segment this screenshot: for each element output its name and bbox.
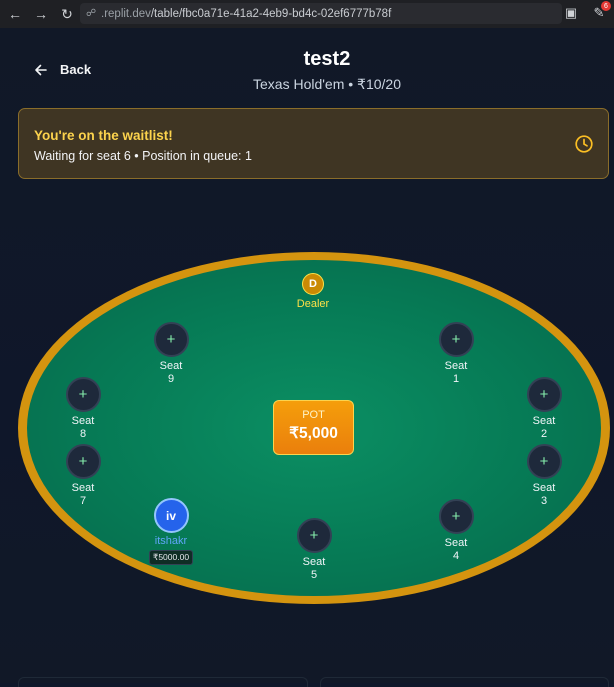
reload-icon[interactable]: ↻ [56, 3, 78, 25]
seat-7[interactable]: + Seat 7 [53, 444, 113, 508]
bottom-panels [18, 677, 609, 687]
plus-icon[interactable]: + [153, 322, 189, 357]
devices-icon[interactable]: ▣ [562, 4, 580, 22]
extension-icon[interactable]: ✎ 6 [590, 1, 611, 22]
seat-number: 3 [540, 495, 548, 507]
player-seat-6[interactable]: iv itshakr ₹5000.00 [141, 498, 201, 565]
seat-2[interactable]: + Seat 2 [514, 377, 574, 441]
pot-label: POT [302, 409, 325, 421]
browser-forward-icon[interactable]: → [30, 3, 52, 25]
bottom-panel-left [18, 677, 308, 687]
seat-number: 4 [452, 550, 460, 562]
waitlist-banner: You're on the waitlist! Waiting for seat… [18, 108, 609, 179]
seat-number: 8 [79, 428, 87, 440]
address-bar[interactable]: ☍ .replit.dev/table/fbc0a71e-41a2-4eb9-b… [80, 3, 562, 24]
page-title: test2 [303, 48, 351, 70]
player-avatar[interactable]: iv [153, 498, 189, 533]
pot-display: POT ₹5,000 [273, 400, 354, 455]
seat-label: Seat [532, 482, 556, 494]
plus-icon[interactable]: + [438, 322, 474, 357]
seat-number: 7 [79, 495, 87, 507]
bottom-panel-right [320, 677, 609, 687]
url-path: /table/fbc0a71e-41a2-4eb9-bd4c-02ef6777b… [150, 7, 392, 20]
plus-icon[interactable]: + [65, 444, 101, 479]
seat-3[interactable]: + Seat 3 [514, 444, 574, 508]
notification-badge: 6 [601, 1, 611, 11]
seat-4[interactable]: + Seat 4 [426, 499, 486, 563]
seat-label: Seat [71, 482, 95, 494]
plus-icon[interactable]: + [296, 518, 332, 553]
pot-amount: ₹5,000 [289, 425, 338, 442]
seat-number: 9 [167, 373, 175, 385]
seat-number: 1 [452, 373, 460, 385]
seat-1[interactable]: + Seat 1 [426, 322, 486, 386]
seat-label: Seat [444, 360, 468, 372]
dealer-label: Dealer [296, 298, 330, 310]
plus-icon[interactable]: + [526, 377, 562, 412]
url-domain: .replit.dev [101, 7, 151, 20]
plus-icon[interactable]: + [526, 444, 562, 479]
seat-number: 2 [540, 428, 548, 440]
seat-label: Seat [302, 556, 326, 568]
seat-label: Seat [159, 360, 183, 372]
seat-label: Seat [71, 415, 95, 427]
seat-label: Seat [444, 537, 468, 549]
seat-number: 5 [310, 569, 318, 581]
seat-9[interactable]: + Seat 9 [141, 322, 201, 386]
player-name: itshakr [154, 535, 188, 547]
table-page: Back test2 Texas Hold'em • ₹10/20 You're… [0, 28, 614, 687]
clock-icon [575, 135, 593, 153]
dealer-button: D [302, 273, 324, 295]
waitlist-status: Waiting for seat 6 • Position in queue: … [34, 149, 252, 163]
browser-back-icon[interactable]: ← [4, 3, 26, 25]
browser-toolbar: ← → ↻ ☍ .replit.dev/table/fbc0a71e-41a2-… [0, 0, 614, 28]
plus-icon[interactable]: + [65, 377, 101, 412]
seat-5[interactable]: + Seat 5 [284, 518, 344, 582]
seat-label: Seat [532, 415, 556, 427]
player-stack: ₹5000.00 [148, 550, 194, 565]
game-subtitle: Texas Hold'em • ₹10/20 [253, 76, 401, 92]
site-info-icon[interactable]: ☍ [86, 8, 98, 20]
seat-8[interactable]: + Seat 8 [53, 377, 113, 441]
waitlist-title: You're on the waitlist! [34, 128, 173, 143]
plus-icon[interactable]: + [438, 499, 474, 534]
